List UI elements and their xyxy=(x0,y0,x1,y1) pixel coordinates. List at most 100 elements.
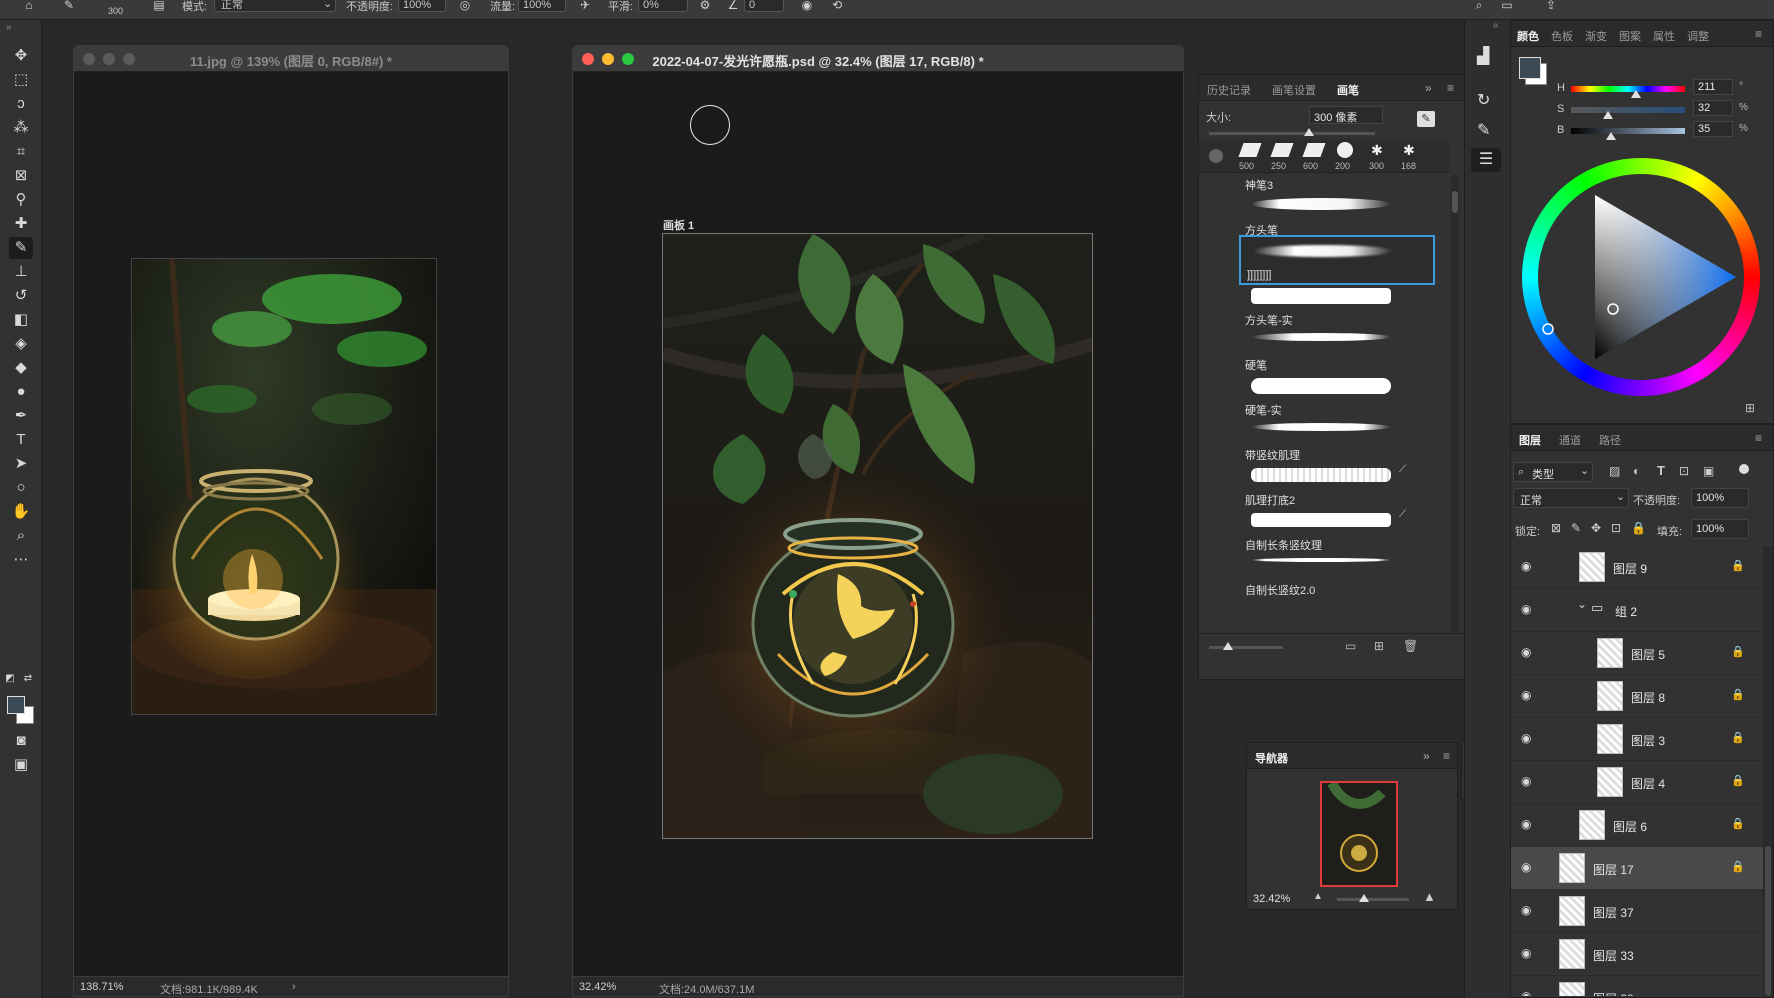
tab-gradients[interactable]: 渐变 xyxy=(1585,28,1607,44)
angle-input[interactable]: 0 xyxy=(744,0,784,12)
hand-tool-icon[interactable]: ✋ xyxy=(9,501,33,523)
visibility-eye-icon[interactable]: ◉ xyxy=(1521,645,1537,659)
visibility-eye-icon[interactable]: ◉ xyxy=(1521,731,1537,745)
expand-icon[interactable]: » xyxy=(1423,749,1430,763)
panel-menu-icon[interactable]: ≡ xyxy=(1755,431,1762,445)
brush-preset-item[interactable]: 自制长竖纹2.0 xyxy=(1239,550,1435,600)
filter-shape-icon[interactable]: ⊡ xyxy=(1679,464,1689,478)
stamp-tool-icon[interactable]: ⊥ xyxy=(9,261,33,283)
marquee-tool-icon[interactable]: ⬚ xyxy=(9,69,33,91)
tab-history[interactable]: 历史记录 xyxy=(1207,82,1251,98)
trash-icon[interactable]: 🗑 xyxy=(1403,639,1418,653)
layer-row[interactable]: ◉ 图层 37 xyxy=(1511,890,1763,933)
move-tool-icon[interactable]: ✥ xyxy=(9,45,33,67)
history-icon[interactable]: ↻ xyxy=(1477,90,1490,110)
eyedropper-tool-icon[interactable]: ⚲ xyxy=(9,189,33,211)
panel-menu-icon[interactable]: ≡ xyxy=(1447,81,1454,95)
navigator-zoom[interactable]: 32.42% xyxy=(1253,893,1290,905)
share-icon[interactable]: ⇪ xyxy=(1544,0,1558,12)
recent-brush-6-icon[interactable]: ✱ xyxy=(1403,142,1415,159)
history-brush-tool-icon[interactable]: ↺ xyxy=(9,285,33,307)
tab-layers[interactable]: 图层 xyxy=(1519,432,1541,448)
screen-mode-icon[interactable]: ▣ xyxy=(9,754,33,776)
layer-row[interactable]: ◉ 图层 5 🔒 xyxy=(1511,632,1763,675)
paint-bucket-tool-icon[interactable]: ◈ xyxy=(9,333,33,355)
brush-preset-item[interactable]: 硬笔 xyxy=(1239,325,1435,375)
healing-tool-icon[interactable]: ✚ xyxy=(9,213,33,235)
layer-opacity-input[interactable]: 100% xyxy=(1691,488,1749,508)
recent-brush-3[interactable] xyxy=(1302,143,1326,157)
lock-image-icon[interactable]: ✎ xyxy=(1571,521,1581,535)
hue-slider[interactable] xyxy=(1571,86,1685,98)
saturation-slider[interactable] xyxy=(1571,107,1685,119)
brush-list-scrollbar[interactable] xyxy=(1451,175,1459,631)
filter-smart-object-icon[interactable]: ▣ xyxy=(1703,464,1714,478)
color-triangle[interactable] xyxy=(1522,158,1760,396)
recent-brush-soft[interactable] xyxy=(1209,149,1223,163)
panel-menu-icon[interactable]: ≡ xyxy=(1755,27,1762,41)
lasso-tool-icon[interactable]: ↄ xyxy=(9,93,33,115)
pen-tool-icon[interactable]: ✒ xyxy=(9,405,33,427)
visibility-eye-icon[interactable]: ◉ xyxy=(1521,903,1537,917)
saturation-input[interactable]: 32 xyxy=(1693,100,1733,116)
brush-preset-icon[interactable]: ✎ xyxy=(62,0,76,12)
zoom-out-icon[interactable]: ▲ xyxy=(1313,891,1323,902)
foreground-color-swatch[interactable] xyxy=(7,696,25,714)
color-fg-swatch[interactable] xyxy=(1519,57,1541,79)
pressure-size-icon[interactable]: ◉ xyxy=(800,0,814,12)
recent-brush-2[interactable] xyxy=(1270,143,1294,157)
path-selection-tool-icon[interactable]: ➤ xyxy=(9,453,33,475)
smoothing-input[interactable]: 0% xyxy=(638,0,688,12)
home-icon[interactable]: ⌂ xyxy=(22,0,36,12)
color-wheel[interactable] xyxy=(1522,158,1760,396)
eraser-tool-icon[interactable]: ◧ xyxy=(9,309,33,331)
frame-tool-icon[interactable]: ⊠ xyxy=(9,165,33,187)
layer-list-scrollbar[interactable] xyxy=(1763,546,1773,996)
artboard-label[interactable]: 画板 1 xyxy=(663,217,694,233)
document-titlebar[interactable]: 2022-04-07-发光许愿瓶.psd @ 32.4% (图层 17, RGB… xyxy=(573,46,1183,72)
more-tools-icon[interactable]: ⋯ xyxy=(9,549,33,571)
group-expand-chevron-icon[interactable]: ⌄ xyxy=(1577,597,1587,611)
tab-channels[interactable]: 通道 xyxy=(1559,432,1581,448)
tab-navigator[interactable]: 导航器 xyxy=(1255,750,1288,766)
layer-row[interactable]: ◉ 图层 17 🔒 xyxy=(1511,847,1763,890)
add-brush-icon[interactable]: ⊞ xyxy=(1374,639,1384,653)
filter-pixel-icon[interactable]: ▨ xyxy=(1609,464,1620,478)
visibility-eye-icon[interactable]: ◉ xyxy=(1521,817,1537,831)
tab-patterns[interactable]: 图案 xyxy=(1619,28,1641,44)
hue-input[interactable]: 211 xyxy=(1693,79,1733,95)
tab-color[interactable]: 颜色 xyxy=(1517,28,1539,44)
brush-preset-item[interactable]: 带竖纹肌理 xyxy=(1239,415,1435,465)
folder-icon[interactable]: ▭ xyxy=(1345,639,1356,653)
lock-transparent-icon[interactable]: ⊠ xyxy=(1551,521,1561,535)
create-brush-icon[interactable]: ✎ xyxy=(1417,111,1435,127)
tab-brushes[interactable]: 画笔 xyxy=(1337,82,1359,98)
ellipse-tool-icon[interactable]: ○ xyxy=(9,477,33,499)
size-input[interactable]: 300 像素 xyxy=(1309,106,1383,124)
brightness-input[interactable]: 35 xyxy=(1693,121,1733,137)
recent-brush-4[interactable] xyxy=(1337,142,1353,158)
magic-wand-tool-icon[interactable]: ⁂ xyxy=(9,117,33,139)
filter-type-icon[interactable]: T xyxy=(1657,463,1665,478)
scrollbar-thumb[interactable] xyxy=(1765,846,1771,996)
flow-input[interactable]: 100% xyxy=(518,0,566,12)
expand-icon[interactable]: » xyxy=(1425,81,1432,95)
brush-preset-item[interactable]: 硬笔-实 xyxy=(1239,370,1435,420)
quick-mask-icon[interactable]: ◙ xyxy=(9,730,33,752)
crop-tool-icon[interactable]: ⌗ xyxy=(9,141,33,163)
brush-tool-icon[interactable]: ✎ xyxy=(9,237,33,259)
navigator-zoom-slider[interactable] xyxy=(1337,894,1409,902)
brush-preset-item[interactable]: 自制长条竖纹理 ⟋ xyxy=(1239,505,1435,555)
saturation-slider-thumb[interactable] xyxy=(1603,111,1613,119)
visibility-eye-icon[interactable]: ◉ xyxy=(1521,559,1537,573)
brush-preset-item[interactable]: ]]]]]]]] xyxy=(1239,235,1435,285)
properties-icon[interactable]: ☰ xyxy=(1471,148,1501,172)
mode-select[interactable]: 正常 ⌄ xyxy=(214,0,336,12)
lock-all-icon[interactable]: 🔒 xyxy=(1631,521,1646,535)
search-icon[interactable]: ⌕ xyxy=(1472,0,1486,12)
visibility-eye-icon[interactable]: ◉ xyxy=(1521,989,1537,996)
layer-row[interactable]: ◉ 图层 4 🔒 xyxy=(1511,761,1763,804)
panel-menu-icon[interactable]: ≡ xyxy=(1443,749,1450,763)
filter-adjustment-icon[interactable]: ◐ xyxy=(1633,464,1640,478)
chevron-right-icon[interactable]: › xyxy=(292,981,296,993)
